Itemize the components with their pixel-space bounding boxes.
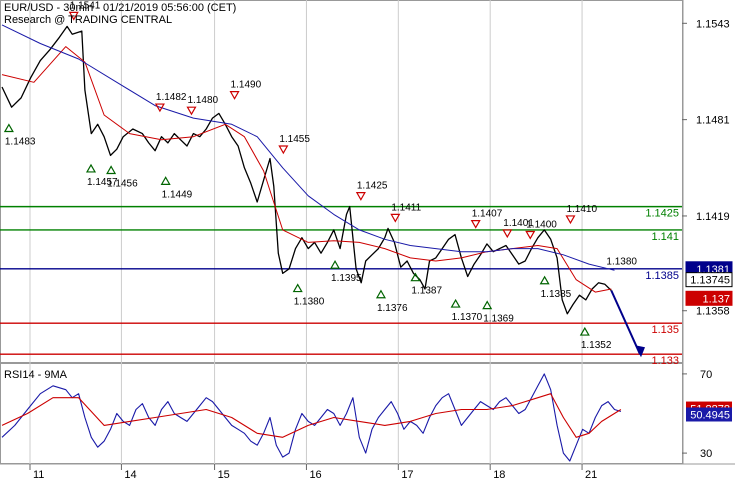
chart-title: EUR/USD - 30min - 01/21/2019 05:56:00 (C… (4, 2, 236, 14)
y-tick-label: 1.1481 (696, 115, 730, 127)
level-label: 1.133 (651, 355, 679, 367)
level-label: 1.141 (651, 231, 679, 243)
annotation-label: 1.1352 (581, 340, 612, 351)
annotation-label: 1.1455 (279, 134, 310, 145)
annotation-label: 1.1376 (377, 303, 408, 314)
y-tick-label: 1.1543 (696, 18, 730, 30)
x-tick-label: 11 (33, 469, 44, 480)
annotation-label: 1.1456 (107, 178, 138, 189)
rsi-y-label: 70 (700, 369, 712, 381)
annotation-label: 1.1483 (5, 137, 36, 148)
chart-root: 1.1425 1.141 1.1385 1.135 1.133 1.1541 1.1483… (0, 0, 735, 481)
level-label: 1.1425 (645, 208, 679, 220)
annotation-label: 1.1395 (331, 273, 362, 284)
x-tick-label: 14 (124, 469, 136, 480)
price-chart: 1.14251.1411.13851.1351.133 1.15411.1483… (0, 0, 735, 481)
annotation-label: 1.1369 (483, 314, 514, 325)
annotation-label: 1.1387 (411, 286, 442, 297)
annotation-label: 1.1425 (357, 181, 388, 192)
annotation-label: 1.1370 (452, 312, 483, 323)
annotation-label: 1.1410 (566, 204, 597, 215)
annotation-label: 1.1449 (162, 189, 193, 200)
annotation-label: 1.1482 (156, 92, 187, 103)
y-tick-label: 1.1419 (696, 211, 730, 223)
annotation-label: 1.1380 (606, 257, 637, 268)
rsi-value-label: 50.4945 (690, 409, 730, 421)
x-tick-label: 15 (218, 469, 230, 480)
level-label: 1.135 (651, 324, 679, 336)
rsi-title: RSI14 - 9MA (4, 369, 68, 381)
annotation-label: 1.1380 (294, 297, 325, 308)
x-tick-label: 17 (401, 469, 413, 480)
rsi-y-label: 30 (700, 448, 712, 460)
x-tick-label: 18 (493, 469, 505, 480)
annotation-label: 1.1385 (541, 289, 572, 300)
annotation-label: 1.1480 (187, 95, 218, 106)
x-tick-label: 21 (585, 469, 597, 480)
x-tick-label: 16 (309, 469, 321, 480)
price-tag-label: 1.13745 (690, 275, 730, 287)
price-tag-label: 1.137 (702, 293, 730, 305)
annotation-label: 1.1407 (472, 209, 503, 220)
annotation-label: 1.1490 (231, 80, 262, 91)
annotation-label: 1.1411 (391, 202, 421, 213)
y-tick-label: 1.1358 (696, 306, 730, 318)
chart-subtitle: Research @ TRADING CENTRAL (4, 14, 172, 26)
annotation-label: 1.1400 (526, 219, 557, 230)
level-label: 1.1385 (645, 270, 679, 282)
